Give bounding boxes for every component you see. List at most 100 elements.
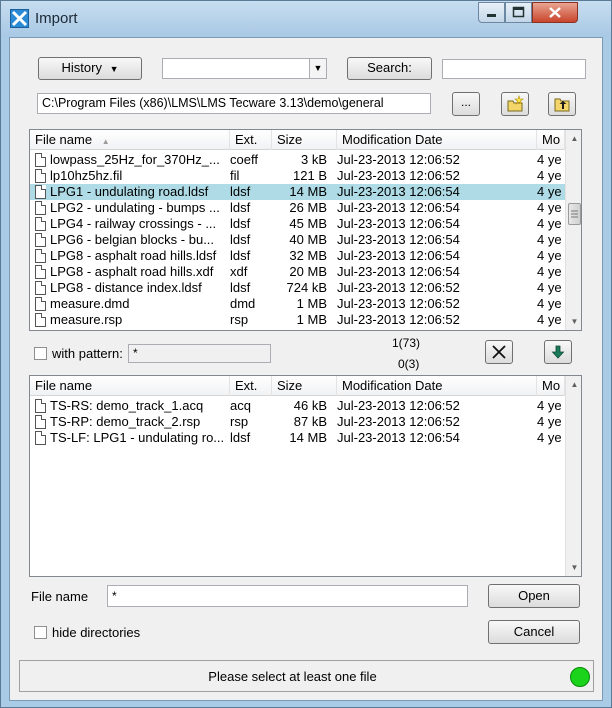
maximize-icon xyxy=(512,6,525,18)
column-header-file-name[interactable]: File name xyxy=(30,376,230,396)
cell-name: LPG8 - distance index.ldsf xyxy=(50,280,202,295)
path-field[interactable]: C:\Program Files (x86)\LMS\LMS Tecware 3… xyxy=(37,93,431,114)
close-icon xyxy=(549,7,561,18)
selected-file-list[interactable]: File name Ext. Size Modification Date Mo… xyxy=(29,375,582,577)
add-button[interactable] xyxy=(544,340,572,364)
scroll-up-icon[interactable]: ▲ xyxy=(566,376,581,393)
cell-name: lowpass_25Hz_for_370Hz_... xyxy=(50,152,220,167)
with-pattern-checkbox[interactable] xyxy=(34,347,47,360)
dropdown-arrow-icon: ▼ xyxy=(109,64,119,74)
cell-name: measure.dmd xyxy=(50,296,130,311)
file-icon xyxy=(35,415,46,429)
maximize-button[interactable] xyxy=(505,2,532,23)
file-icon xyxy=(35,265,46,279)
cell-ext: rsp xyxy=(230,312,249,327)
file-icon xyxy=(35,185,46,199)
selected-list-scrollbar[interactable]: ▲ ▼ xyxy=(565,376,581,576)
hide-directories-checkbox[interactable] xyxy=(34,626,47,639)
cell-date: Jul-23-2013 12:06:52 xyxy=(337,398,460,413)
file-name-input[interactable]: * xyxy=(107,585,468,607)
table-row[interactable]: LPG4 - railway crossings - ... ldsf 45 MB J… xyxy=(30,216,565,232)
scroll-thumb[interactable] xyxy=(568,203,581,225)
scroll-down-icon[interactable]: ▼ xyxy=(566,313,581,330)
cell-ext: ldsf xyxy=(230,184,251,199)
cell-name: LPG8 - asphalt road hills.xdf xyxy=(50,264,214,279)
status-text: Please select at least one file xyxy=(208,669,377,684)
cell-size: 20 MB xyxy=(289,264,327,279)
minimize-button[interactable] xyxy=(478,2,505,23)
column-header-mod[interactable]: Mo xyxy=(537,130,565,150)
remove-button[interactable] xyxy=(485,340,513,364)
status-bar: Please select at least one file xyxy=(19,660,594,692)
cell-mod: 4 ye xyxy=(537,168,562,183)
combo-arrow-icon[interactable]: ▼ xyxy=(309,59,326,78)
table-row[interactable]: LPG8 - asphalt road hills.ldsf ldsf 32 MB J… xyxy=(30,248,565,264)
column-header-date[interactable]: Modification Date xyxy=(337,130,537,150)
column-header-file-name[interactable]: File name ▲ xyxy=(30,130,230,150)
history-combo[interactable]: ▼ xyxy=(162,58,327,79)
history-label: History xyxy=(61,60,102,75)
browse-button[interactable]: ... xyxy=(452,92,480,116)
table-row[interactable]: measure.dmd dmd 1 MB Jul-23-2013 12:06:52 4 … xyxy=(30,296,565,312)
cell-date: Jul-23-2013 12:06:54 xyxy=(337,264,460,279)
cell-size: 1 MB xyxy=(296,296,327,311)
folder-up-icon xyxy=(554,98,570,112)
cell-name: LPG6 - belgian blocks - bu... xyxy=(50,232,215,247)
table-row[interactable]: TS-RP: demo_track_2.rsp rsp 87 kB Jul-23-20… xyxy=(30,414,565,430)
selected-count-top: 1(73) xyxy=(392,336,421,350)
with-pattern-label: with pattern: xyxy=(52,346,123,361)
cell-size: 121 B xyxy=(293,168,327,183)
scroll-up-icon[interactable]: ▲ xyxy=(566,130,581,147)
scroll-down-icon[interactable]: ▼ xyxy=(566,559,581,576)
history-button[interactable]: History ▼ xyxy=(38,57,142,80)
new-folder-button[interactable] xyxy=(501,92,529,116)
table-row[interactable]: lowpass_25Hz_for_370Hz_... coeff 3 kB Jul-2… xyxy=(30,152,565,168)
cancel-button[interactable]: Cancel xyxy=(488,620,580,644)
table-row[interactable]: measure.rsp rsp 1 MB Jul-23-2013 12:06:52 4 … xyxy=(30,312,565,328)
column-header-date[interactable]: Modification Date xyxy=(337,376,537,396)
cell-size: 14 MB xyxy=(289,184,327,199)
open-button[interactable]: Open xyxy=(488,584,580,608)
cell-mod: 4 ye xyxy=(537,414,562,429)
table-row[interactable]: LPG1 - undulating road.ldsf ldsf 14 MB Jul-… xyxy=(30,184,565,200)
cell-date: Jul-23-2013 12:06:52 xyxy=(337,152,460,167)
file-icon xyxy=(35,281,46,295)
selected-list-header: File name Ext. Size Modification Date Mo xyxy=(30,376,581,396)
column-header-ext[interactable]: Ext. xyxy=(230,376,272,396)
cell-ext: ldsf xyxy=(230,232,251,247)
column-header-size[interactable]: Size xyxy=(272,376,337,396)
cell-date: Jul-23-2013 12:06:52 xyxy=(337,296,460,311)
file-list[interactable]: File name ▲ Ext. Size Modification Date … xyxy=(29,129,582,331)
cell-ext: coeff xyxy=(230,152,258,167)
cell-date: Jul-23-2013 12:06:54 xyxy=(337,248,460,263)
title-bar[interactable]: Import xyxy=(1,1,611,37)
cell-date: Jul-23-2013 12:06:54 xyxy=(337,216,460,231)
column-header-mod[interactable]: Mo xyxy=(537,376,565,396)
pattern-input[interactable]: * xyxy=(128,344,271,363)
table-row[interactable]: lp10hz5hz.fil fil 121 B Jul-23-2013 12:06:5… xyxy=(30,168,565,184)
cell-size: 46 kB xyxy=(293,398,327,413)
search-button[interactable]: Search: xyxy=(347,57,432,80)
sort-ascending-icon: ▲ xyxy=(101,137,110,146)
table-row[interactable]: TS-LF: LPG1 - undulating ro... ldsf 14 MB J… xyxy=(30,430,565,446)
file-icon xyxy=(35,399,46,413)
cell-date: Jul-23-2013 12:06:52 xyxy=(337,312,460,327)
search-input[interactable] xyxy=(442,59,586,79)
cell-name: LPG1 - undulating road.ldsf xyxy=(50,184,209,199)
close-button[interactable] xyxy=(532,2,578,23)
cell-size: 1 MB xyxy=(296,312,327,327)
table-row[interactable]: LPG6 - belgian blocks - bu... ldsf 40 MB Ju… xyxy=(30,232,565,248)
table-row[interactable]: LPG8 - distance index.ldsf ldsf 724 kB Jul-… xyxy=(30,280,565,296)
table-row[interactable]: LPG8 - asphalt road hills.xdf xdf 20 MB Jul… xyxy=(30,264,565,280)
file-icon xyxy=(35,297,46,311)
column-header-ext[interactable]: Ext. xyxy=(230,130,272,150)
cell-ext: xdf xyxy=(230,264,248,279)
column-header-size[interactable]: Size xyxy=(272,130,337,150)
browse-label: ... xyxy=(460,95,471,109)
parent-folder-button[interactable] xyxy=(548,92,576,116)
table-row[interactable]: LPG2 - undulating - bumps ... ldsf 26 MB Ju… xyxy=(30,200,565,216)
file-list-scrollbar[interactable]: ▲ ▼ xyxy=(565,130,581,330)
cell-size: 26 MB xyxy=(289,200,327,215)
table-row[interactable]: TS-RS: demo_track_1.acq acq 46 kB Jul-23-20… xyxy=(30,398,565,414)
dialog-body: History ▼ ▼ Search: C:\Program Files (x8… xyxy=(9,37,603,701)
